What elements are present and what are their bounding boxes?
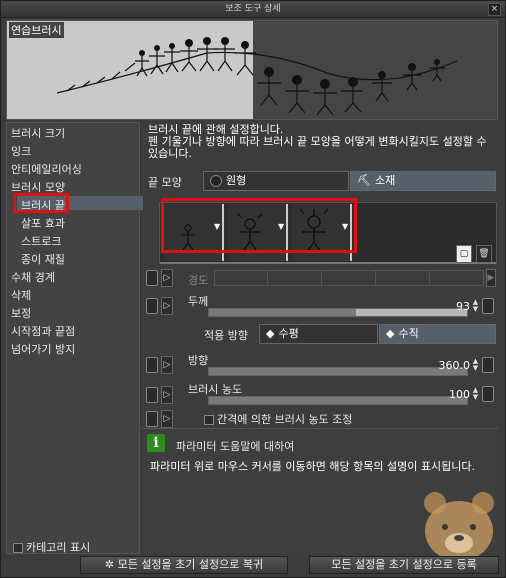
interval-expand-icon[interactable]: ▷ bbox=[161, 410, 173, 428]
direction-toggle-button[interactable] bbox=[482, 357, 494, 373]
density-slider[interactable] bbox=[208, 396, 468, 405]
window-titlebar: 보조 도구 상세 × bbox=[1, 1, 505, 18]
density-label: 브러시 농도 bbox=[188, 383, 243, 396]
direction-slider-fill bbox=[209, 368, 467, 375]
info-icon: i bbox=[147, 434, 165, 452]
density-pressure-button[interactable] bbox=[146, 387, 158, 403]
thickness-toggle-button[interactable] bbox=[482, 298, 494, 314]
density-value: 100 bbox=[449, 388, 470, 401]
sidebar-item-correction[interactable]: 보정 bbox=[11, 305, 31, 321]
vertical-icon: ◆ bbox=[386, 327, 395, 340]
category-label: 카테고리 표시 bbox=[26, 541, 91, 554]
sidebar-item-start-end[interactable]: 시작점과 끝점 bbox=[11, 323, 75, 339]
sidebar-item-antialias[interactable]: 안티에일리어싱 bbox=[11, 161, 82, 177]
sidebar-item-stroke[interactable]: 스트로크 bbox=[21, 233, 61, 249]
reset-all-button[interactable]: ✲ 모든 설정을 초기 설정으로 복귀 bbox=[80, 556, 288, 574]
hardness-label: 경도 bbox=[188, 274, 209, 287]
reset-label: 모든 설정을 초기 설정으로 복귀 bbox=[117, 558, 264, 571]
circle-label: 원형 bbox=[226, 174, 247, 187]
sidebar-item-overflow-prevent[interactable]: 넘어가기 방지 bbox=[11, 341, 75, 357]
material-icon: ⛏ bbox=[357, 174, 371, 187]
direction-spin-icon[interactable]: ▲ ▼ bbox=[471, 358, 480, 372]
bear-mascot-icon bbox=[424, 492, 494, 561]
highlight-box-sidebar bbox=[13, 193, 69, 213]
delete-tip-icon[interactable]: 🗑 bbox=[476, 245, 492, 263]
interval-density-checkbox[interactable] bbox=[204, 415, 214, 425]
thickness-value: 93 bbox=[456, 300, 470, 313]
window-title: 보조 도구 상세 bbox=[225, 4, 281, 14]
thickness-pressure-button[interactable] bbox=[146, 298, 158, 314]
hardness-arrow-icon[interactable]: ▶ bbox=[486, 269, 496, 287]
reset-icon: ✲ bbox=[104, 558, 118, 571]
thickness-slider-fill bbox=[209, 309, 357, 316]
direction-slider[interactable] bbox=[208, 367, 468, 376]
thickness-spin-icon[interactable]: ▲ ▼ bbox=[471, 299, 480, 313]
thickness-label: 두께 bbox=[188, 295, 209, 308]
sidebar-item-brush-size[interactable]: 브러시 크기 bbox=[11, 125, 65, 141]
tip-shape-label: 끝 모양 bbox=[148, 176, 182, 189]
density-slider-fill bbox=[209, 397, 467, 404]
thickness-slider[interactable] bbox=[208, 308, 468, 317]
sidebar-item-erase[interactable]: 삭제 bbox=[11, 287, 31, 303]
sidebar-item-spray[interactable]: 살포 효과 bbox=[21, 215, 65, 231]
add-tip-icon[interactable]: ▢ bbox=[456, 245, 472, 263]
vertical-button[interactable]: ◆ 수직 bbox=[379, 324, 496, 344]
direction-pressure-button[interactable] bbox=[146, 357, 158, 373]
thickness-expand-icon[interactable]: ▷ bbox=[161, 297, 173, 315]
sidebar-item-paper-texture[interactable]: 종이 재질 bbox=[21, 251, 65, 267]
stroke-preview-graphic bbox=[56, 37, 458, 116]
horizontal-label: 수평 bbox=[278, 327, 299, 340]
hardness-expand-icon[interactable]: ▷ bbox=[161, 269, 173, 287]
tip-shape-material-button[interactable]: ⛏ 소재 bbox=[350, 171, 496, 191]
category-sidebar: 브러시 크기 잉크 안티에일리어싱 브러시 모양 브러시 끝 살포 효과 스트로… bbox=[6, 122, 143, 555]
interval-density-option[interactable]: 간격에 의한 브러시 농도 조정 bbox=[204, 411, 352, 427]
help-title: 파라미터 도움말에 대하여 bbox=[176, 440, 295, 453]
description-text: 브러시 끝에 관해 설정합니다. 펜 기울기나 방향에 따라 브러시 끝 모양을… bbox=[148, 123, 487, 160]
density-toggle-button[interactable] bbox=[482, 386, 494, 402]
help-body: 파라미터 위로 마우스 커서를 이동하면 해당 항목의 설명이 표시됩니다. bbox=[150, 460, 475, 473]
preview-label: 연습브러시 bbox=[9, 22, 64, 38]
category-checkbox[interactable] bbox=[13, 543, 23, 553]
circle-icon bbox=[210, 175, 222, 187]
sidebar-item-ink[interactable]: 잉크 bbox=[11, 143, 31, 159]
density-expand-icon[interactable]: ▷ bbox=[161, 386, 173, 404]
hardness-levels bbox=[214, 270, 484, 286]
category-display-toggle[interactable]: 카테고리 표시 bbox=[13, 539, 90, 555]
density-spin-icon[interactable]: ▲ ▼ bbox=[471, 387, 480, 401]
tip-shape-circle-button[interactable]: 원형 bbox=[203, 171, 349, 191]
panel-description: 브러시 끝에 관해 설정합니다. 펜 기울기나 방향에 따라 브러시 끝 모양을… bbox=[148, 124, 493, 160]
register-all-button[interactable]: 모든 설정을 초기 설정으로 등록 bbox=[309, 556, 499, 574]
horizontal-button[interactable]: ◆ 수평 bbox=[259, 324, 378, 344]
tool-detail-window: 보조 도구 상세 × 연습브러시 브러시 크기 잉크 안티에일리어싱 브러시 모… bbox=[0, 0, 506, 578]
vertical-label: 수직 bbox=[398, 327, 419, 340]
highlight-box-tips bbox=[161, 198, 357, 253]
hardness-pressure-button[interactable] bbox=[146, 270, 158, 286]
direction-value: 360.0 bbox=[438, 359, 471, 372]
sidebar-item-watercolor-edge[interactable]: 수채 경계 bbox=[11, 269, 55, 285]
brush-preview: 연습브러시 bbox=[6, 20, 498, 120]
interval-density-label: 간격에 의한 브러시 농도 조정 bbox=[217, 413, 353, 426]
interval-pressure-button[interactable] bbox=[146, 411, 158, 427]
direction-label: 방향 bbox=[188, 354, 209, 367]
horizontal-icon: ◆ bbox=[266, 327, 275, 340]
direction-expand-icon[interactable]: ▷ bbox=[161, 356, 173, 374]
register-label: 모든 설정을 초기 설정으로 등록 bbox=[331, 558, 477, 571]
apply-direction-label: 적용 방향 bbox=[204, 329, 248, 342]
material-label: 소재 bbox=[374, 174, 396, 187]
close-icon[interactable]: × bbox=[488, 3, 501, 16]
